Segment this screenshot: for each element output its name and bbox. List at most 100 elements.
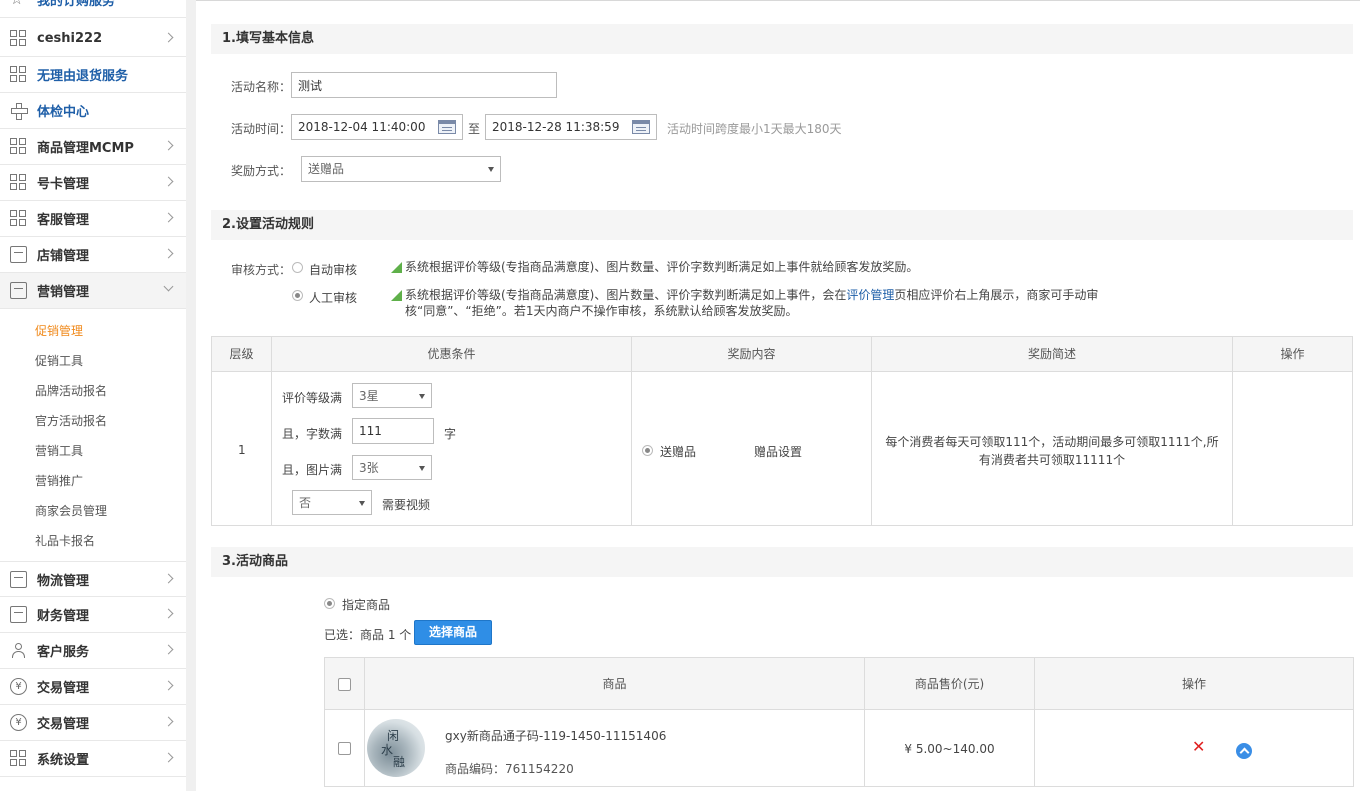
choose-products-button[interactable]: 选择商品 [414,620,492,645]
auto-review-radio[interactable] [292,262,303,273]
end-time-picker[interactable]: 2018-12-28 11:38:59 [485,114,657,140]
gift-reward-radio[interactable] [642,445,653,456]
designated-products-radio[interactable] [324,598,335,609]
select-all-checkbox[interactable] [338,678,351,691]
move-up-icon[interactable] [1236,743,1252,759]
sidebar-item-products-mcmp[interactable]: 商品管理MCMP [0,129,186,165]
sidebar-item-trade-2[interactable]: ¥ 交易管理 [0,705,186,741]
section-basic-info-title: 1.填写基本信息 [211,24,1353,54]
wallet-icon [10,606,27,623]
pics-select[interactable]: 3张 [352,455,432,480]
chevron-right-icon [163,176,174,187]
manual-review-radio[interactable] [292,290,303,301]
chevron-right-icon [163,248,174,259]
review-method-label: 审核方式： [231,263,292,277]
level-value: 1 [238,443,246,457]
sidebar-item-label: 商品管理MCMP [37,141,134,156]
sidebar-item-marketing[interactable]: 营销管理 [0,273,186,309]
product-price: ¥ 5.00~140.00 [904,742,995,756]
sidebar-item-label: 体检中心 [37,105,90,120]
sub-item-marketing-tools[interactable]: 营销工具 [35,442,83,459]
manual-review-desc: 系统根据评价等级(专指商品满意度)、图片数量、评价字数判断满足如上事件，会在评价… [405,287,1125,319]
sidebar-item-label: 客户服务 [37,645,90,660]
sidebar-item-returns[interactable]: 无理由退货服务 [0,57,186,93]
sidebar-item-label: 营销管理 [37,285,90,300]
reward-method-select[interactable]: 送赠品 [301,156,501,182]
product-code: 商品编码：761154220 [445,762,574,776]
sidebar-item-logistics[interactable]: 物流管理 [0,561,186,597]
green-triangle-icon [391,290,402,301]
green-triangle-icon [391,262,402,273]
manual-desc-part-c: 核“同意”、“拒绝”。若1天内商户不操作审核，系统默认给顾客发放奖励。 [405,304,798,318]
sub-item-official-signup[interactable]: 官方活动报名 [35,412,107,429]
yen-icon: ¥ [10,678,27,695]
thumb-char: 水 [381,743,394,757]
activity-name-input[interactable] [291,72,557,98]
sidebar-item-label: 店铺管理 [37,249,90,264]
chevron-right-icon [163,140,174,151]
gift-reward-label[interactable]: 送赠品 [660,443,696,460]
sidebar-item-label: 财务管理 [37,609,90,624]
video-label: 需要视频 [382,498,431,512]
designated-products-label[interactable]: 指定商品 [342,596,390,613]
sidebar-item-health-check[interactable]: 体检中心 [0,93,186,129]
sidebar-item-finance[interactable]: 财务管理 [0,597,186,633]
gift-settings-link[interactable]: 赠品设置 [754,443,802,460]
words-label: 且，字数满 [282,427,343,441]
sub-item-member-mgmt[interactable]: 商家会员管理 [35,502,107,519]
video-value: 否 [299,496,312,510]
chevron-right-icon [163,644,174,655]
sidebar-item-number-cards[interactable]: 号卡管理 [0,165,186,201]
sub-item-brand-signup[interactable]: 品牌活动报名 [35,382,107,399]
delete-icon[interactable]: ✕ [1192,737,1205,756]
auto-review-label[interactable]: 自动审核 [309,261,357,278]
caret-down-icon [419,466,425,471]
sidebar-item-ceshi222[interactable]: ceshi222 [0,21,186,57]
sub-item-marketing-promo[interactable]: 营销推广 [35,472,83,489]
words-unit: 字 [444,427,457,441]
calendar-icon[interactable] [632,120,650,134]
review-mgmt-link[interactable]: 评价管理 [846,288,894,302]
th-condition: 优惠条件 [427,347,476,361]
chevron-right-icon [163,32,174,43]
sidebar-item-settings[interactable]: 系统设置 [0,741,186,777]
sub-item-giftcard-signup[interactable]: 礼品卡报名 [35,532,95,549]
end-time-value: 2018-12-28 11:38:59 [492,120,620,134]
sidebar-item-customer-service[interactable]: 客户服务 [0,633,186,669]
manual-review-label[interactable]: 人工审核 [309,289,357,306]
caret-down-icon [488,167,494,172]
sidebar-item-label: 号卡管理 [37,177,90,192]
sidebar-item-trade-1[interactable]: ¥ 交易管理 [0,669,186,705]
sidebar-item-label: ceshi222 [37,31,103,46]
sub-item-promotion-mgmt[interactable]: 促销管理 [35,322,83,339]
product-thumbnail: 闲 水 融 [367,719,425,777]
row-checkbox[interactable] [338,742,351,755]
sidebar-item-store[interactable]: 店铺管理 [0,237,186,273]
truck-icon [10,570,27,588]
user-icon [10,642,27,659]
calendar-icon[interactable] [438,120,456,134]
th-action: 操作 [1181,677,1206,691]
briefcase-icon [10,282,27,299]
activity-time-label: 活动时间： [231,122,292,136]
sidebar-item-subscriptions[interactable]: ☆ 我的订购服务 [0,0,186,18]
plus-icon [10,102,28,120]
sidebar-item-label: 无理由退货服务 [37,69,129,84]
sub-item-promotion-tools[interactable]: 促销工具 [35,352,83,369]
product-name-link[interactable]: gxy新商品通子码-119-1450-11151406 [445,727,666,744]
rating-select[interactable]: 3星 [352,383,432,408]
chevron-right-icon [163,573,174,584]
main-content: 1.填写基本信息 活动名称： 活动时间： 2018-12-04 11:40:00… [196,0,1360,791]
words-input[interactable] [352,418,434,444]
start-time-picker[interactable]: 2018-12-04 11:40:00 [291,114,463,140]
video-select[interactable]: 否 [292,490,372,515]
reward-summary: 每个消费者每天可领取111个，活动期间最多可领取1111个,所 有消费者共可领取… [872,433,1232,469]
th-product: 商品 [602,677,627,691]
products-table: 商品 商品售价(元) 操作 闲 水 融 gxy新商品通子码-119-1450-1… [324,657,1354,787]
thumb-char: 融 [393,755,406,769]
grid-icon [10,210,27,227]
chevron-right-icon [163,716,174,727]
sidebar-item-customer-service-mgmt[interactable]: 客服管理 [0,201,186,237]
start-time-value: 2018-12-04 11:40:00 [298,120,426,134]
grid-icon [10,30,27,47]
